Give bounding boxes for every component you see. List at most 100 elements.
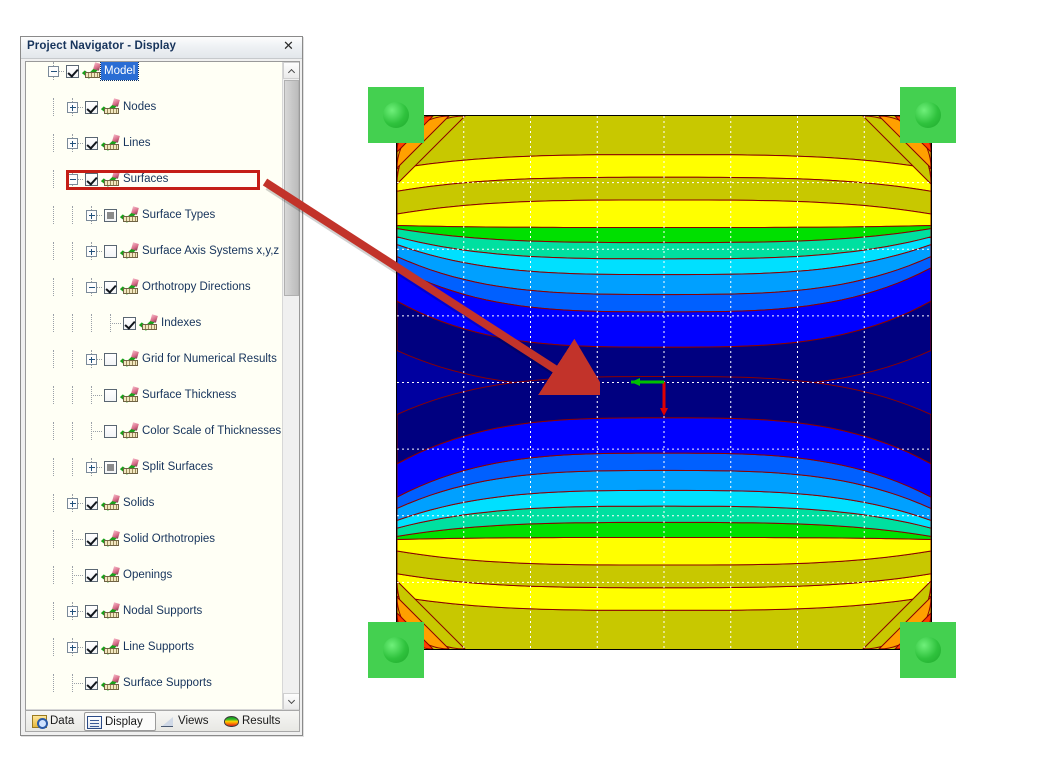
tree-guide-line bbox=[53, 170, 54, 188]
checkbox-nodal-supports[interactable] bbox=[85, 605, 98, 618]
tree-item-solids[interactable]: Solids bbox=[26, 494, 282, 512]
surface-icon bbox=[122, 352, 138, 366]
pencil-icon bbox=[112, 494, 120, 502]
tree-item-label: Split Surfaces bbox=[142, 458, 213, 476]
tree-item-nodal-supports[interactable]: Nodal Supports bbox=[26, 602, 282, 620]
tree-item-surface-supports[interactable]: Surface Supports bbox=[26, 674, 282, 692]
tree-guide-line bbox=[53, 134, 54, 152]
tree-item-label: Lines bbox=[123, 134, 151, 152]
tree-item-line-supports[interactable]: Line Supports bbox=[26, 638, 282, 656]
surface-icon bbox=[122, 460, 138, 474]
expand-icon[interactable] bbox=[67, 606, 78, 617]
tree-item-nodes[interactable]: Nodes bbox=[26, 98, 282, 116]
tab-label: Data bbox=[50, 715, 74, 727]
pencil-icon bbox=[112, 98, 120, 106]
checkbox-solid-orthotropies[interactable] bbox=[85, 533, 98, 546]
tree-item-surface-types[interactable]: Surface Types bbox=[26, 206, 282, 224]
navigator-tab-bar: Data Display Views Results bbox=[25, 710, 300, 732]
tree-guide-line bbox=[53, 278, 54, 296]
chevron-up-icon bbox=[288, 69, 295, 76]
tree-item-orthotropy-directions[interactable]: Orthotropy Directions bbox=[26, 278, 282, 296]
support-top-left bbox=[368, 87, 424, 143]
tree-item-label: Surface Supports bbox=[123, 674, 212, 692]
pencil-icon bbox=[112, 134, 120, 142]
tree-item-label: Solid Orthotropies bbox=[123, 530, 215, 548]
tree-guide-line bbox=[72, 575, 83, 576]
checkbox-color-scale-thicknesses[interactable] bbox=[104, 425, 117, 438]
tree-guide-line bbox=[53, 458, 54, 476]
surface-icon bbox=[103, 568, 119, 582]
tree-item-openings[interactable]: Openings bbox=[26, 566, 282, 584]
tree-guide-line bbox=[110, 323, 121, 324]
pencil-icon bbox=[131, 422, 139, 430]
tree-item-split-surfaces[interactable]: Split Surfaces bbox=[26, 458, 282, 476]
expand-icon[interactable] bbox=[86, 210, 97, 221]
tab-results[interactable]: Results bbox=[222, 712, 292, 731]
support-bottom-right bbox=[900, 622, 956, 678]
expand-icon[interactable] bbox=[67, 498, 78, 509]
checkbox-lines[interactable] bbox=[85, 137, 98, 150]
tree-item-indexes[interactable]: Indexes bbox=[26, 314, 282, 332]
tree-guide-line bbox=[72, 242, 73, 260]
checkbox-grid-numerical-results[interactable] bbox=[104, 353, 117, 366]
expand-icon[interactable] bbox=[86, 246, 97, 257]
checkbox-solids[interactable] bbox=[85, 497, 98, 510]
surface-icon bbox=[103, 136, 119, 150]
checkbox-model[interactable] bbox=[66, 65, 79, 78]
tree-guide-line bbox=[53, 242, 54, 260]
tree-item-label: Orthotropy Directions bbox=[142, 278, 251, 296]
expand-icon[interactable] bbox=[67, 138, 78, 149]
data-icon bbox=[32, 715, 47, 728]
tree-item-label: Model bbox=[101, 62, 138, 80]
checkbox-orthotropy-directions[interactable] bbox=[104, 281, 117, 294]
pencil-icon bbox=[131, 350, 139, 358]
collapse-icon[interactable] bbox=[48, 66, 59, 77]
tab-views[interactable]: Views bbox=[158, 712, 220, 731]
tree-item-label: Line Supports bbox=[123, 638, 194, 656]
tab-display[interactable]: Display bbox=[84, 712, 156, 731]
tree-item-label: Color Scale of Thicknesses in bbox=[142, 422, 282, 440]
tree-item-surface-axis-systems[interactable]: Surface Axis Systems x,y,z bbox=[26, 242, 282, 260]
checkbox-surface-types[interactable] bbox=[104, 209, 117, 222]
scroll-up-button[interactable] bbox=[283, 62, 300, 79]
expand-icon[interactable] bbox=[86, 462, 97, 473]
checkbox-indexes[interactable] bbox=[123, 317, 136, 330]
tree-item-label: Openings bbox=[123, 566, 172, 584]
tree-guide-line bbox=[72, 422, 73, 440]
tree-item-color-scale-thicknesses[interactable]: Color Scale of Thicknesses in bbox=[26, 422, 282, 440]
tree-guide-line bbox=[91, 314, 92, 332]
checkbox-nodes[interactable] bbox=[85, 101, 98, 114]
checkbox-surface-thickness[interactable] bbox=[104, 389, 117, 402]
checkbox-surface-axis-systems[interactable] bbox=[104, 245, 117, 258]
tree-item-label: Nodal Supports bbox=[123, 602, 202, 620]
tree-guide-line bbox=[72, 539, 83, 540]
checkbox-split-surfaces[interactable] bbox=[104, 461, 117, 474]
close-icon[interactable]: ✕ bbox=[281, 39, 296, 54]
tab-data[interactable]: Data bbox=[30, 712, 82, 731]
pencil-icon bbox=[131, 458, 139, 466]
surface-icon bbox=[122, 280, 138, 294]
tab-label: Views bbox=[178, 715, 208, 727]
tree-item-model[interactable]: Model bbox=[26, 62, 282, 80]
collapse-icon[interactable] bbox=[86, 282, 97, 293]
tree-guide-line bbox=[53, 206, 54, 224]
tree-item-lines[interactable]: Lines bbox=[26, 134, 282, 152]
support-top-right bbox=[900, 87, 956, 143]
tree-guide-line bbox=[72, 386, 73, 404]
checkbox-surface-supports[interactable] bbox=[85, 677, 98, 690]
tree-guide-line bbox=[72, 350, 73, 368]
tree-guide-line bbox=[72, 683, 83, 684]
expand-icon[interactable] bbox=[67, 102, 78, 113]
tree-item-surface-thickness[interactable]: Surface Thickness bbox=[26, 386, 282, 404]
expand-icon[interactable] bbox=[86, 354, 97, 365]
tree-item-solid-orthotropies[interactable]: Solid Orthotropies bbox=[26, 530, 282, 548]
tree-guide-line bbox=[53, 530, 54, 548]
expand-icon[interactable] bbox=[67, 642, 78, 653]
checkbox-openings[interactable] bbox=[85, 569, 98, 582]
checkbox-line-supports[interactable] bbox=[85, 641, 98, 654]
support-knob-icon bbox=[383, 637, 409, 663]
scroll-down-button[interactable] bbox=[283, 693, 300, 710]
tree-item-label: Surface Thickness bbox=[142, 386, 236, 404]
tree-guide-line bbox=[53, 98, 54, 116]
tree-item-grid-numerical-results[interactable]: Grid for Numerical Results bbox=[26, 350, 282, 368]
